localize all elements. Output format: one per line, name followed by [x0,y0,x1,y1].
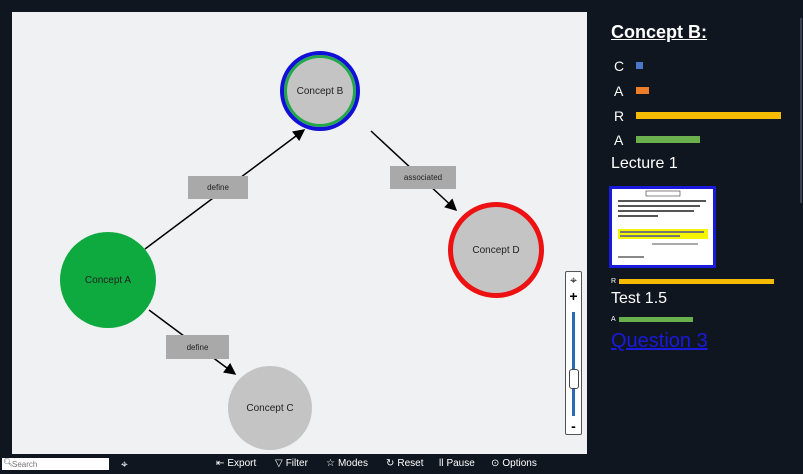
slide-preview [618,190,708,258]
search-input[interactable] [2,458,109,470]
zoom-slider-thumb[interactable] [569,369,579,389]
metric-row: R [614,108,781,124]
metric-row: A [614,132,700,148]
graph-canvas[interactable]: Concept B Concept A Concept C Concept D … [12,12,587,454]
concept-c-node[interactable]: Concept C [228,366,312,450]
edge-label-define-ac[interactable]: define [166,335,229,359]
concept-a-label: Concept A [84,274,132,286]
recenter-icon[interactable]: ⌖ [566,273,581,287]
lecture-title: Lecture 1 [611,155,678,172]
zoom-slider-track[interactable] [572,312,575,416]
metric-row: A [614,83,649,99]
zoom-in-button[interactable]: + [566,288,581,304]
pause-button[interactable]: ll Pause [439,458,475,469]
reset-icon: ↻ [386,458,395,469]
metric-bar [636,136,700,143]
concept-a-node[interactable]: Concept A [60,232,156,328]
filter-icon: ▽ [275,458,283,469]
options-button[interactable]: ⊙ Options [491,458,537,469]
metric-bar [636,112,781,119]
metric-bar [619,279,774,284]
lecture-metric: R [611,278,774,285]
locate-icon[interactable]: ⌖ [121,457,128,472]
lecture-slide-thumbnail[interactable] [609,186,716,268]
options-icon: ⊙ [491,458,500,469]
reset-button[interactable]: ↻ Reset [386,458,424,469]
metric-bar [636,87,649,94]
test-metric: A [611,316,693,323]
zoom-control: ⌖ + - [565,271,582,435]
detail-panel: Concept B: C A R A Lecture 1 R Test 1.5 … [603,18,803,458]
panel-scroll-edge [800,18,802,203]
export-button[interactable]: ⇤ Export [216,458,256,469]
edge-label-define-ab[interactable]: define [188,176,248,199]
edge-label-associated[interactable]: associated [390,166,456,189]
question-link[interactable]: Question 3 [611,330,708,353]
metric-row: C [614,58,643,74]
panel-title: Concept B: [611,22,707,42]
export-icon: ⇤ [216,458,225,469]
app-window: Concept B Concept A Concept C Concept D … [0,0,803,474]
zoom-out-button[interactable]: - [566,418,581,434]
metric-bar [619,317,693,322]
concept-b-node[interactable]: Concept B [280,51,360,131]
search-icon: 🔍︎ [3,458,14,467]
star-icon: ☆ [326,458,335,469]
concept-d-label: Concept D [472,244,520,256]
modes-button[interactable]: ☆ Modes [326,458,368,469]
concept-b-label: Concept B [296,85,344,97]
filter-button[interactable]: ▽ Filter [275,458,308,469]
concept-c-label: Concept C [246,402,294,414]
bottom-toolbar: 🔍︎ ⌖ ⇤Export ▽Filter ☆Modes ↻Reset llPau… [0,456,803,474]
concept-d-node[interactable]: Concept D [448,202,544,298]
pause-icon: ll [439,458,444,469]
test-title: Test 1.5 [611,290,668,307]
metric-bar [636,62,643,69]
